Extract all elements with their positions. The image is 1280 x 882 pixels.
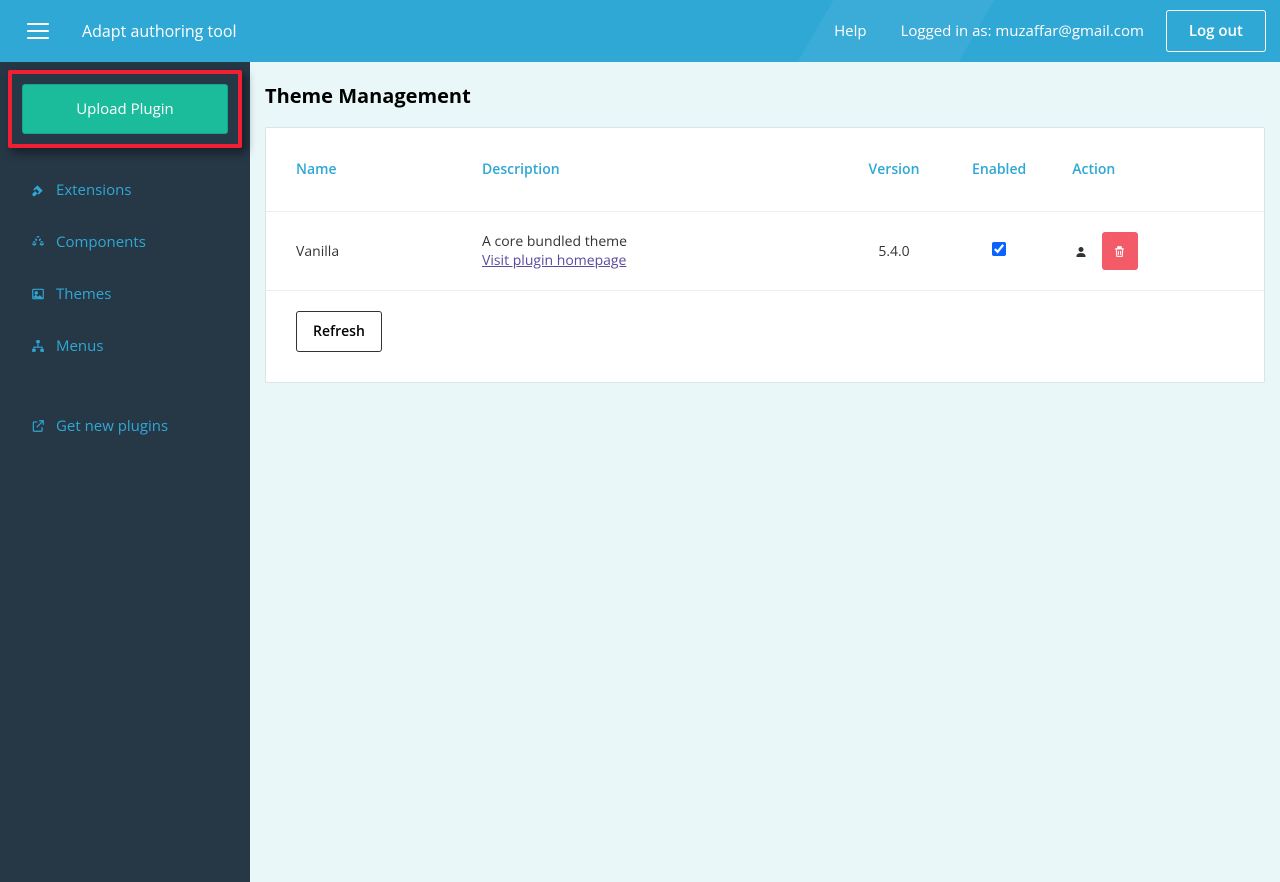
enabled-checkbox[interactable] (992, 242, 1006, 256)
logged-in-text: Logged in as: muzaffar@gmail.com (901, 21, 1144, 41)
plug-icon (30, 182, 46, 198)
menu-toggle[interactable] (14, 7, 62, 55)
theme-table-panel: Name Description Version Enabled Action … (265, 127, 1265, 383)
sitemap-icon (30, 338, 46, 354)
sidebar-item-menus[interactable]: Menus (0, 320, 250, 372)
page-title: Theme Management (265, 82, 1265, 109)
cell-name: Vanilla (266, 212, 452, 291)
sidebar-item-extensions[interactable]: Extensions (0, 164, 250, 216)
external-link-icon (30, 418, 46, 434)
sidebar-nav: Extensions Components Themes Menus (0, 156, 250, 452)
sidebar-item-label: Menus (56, 336, 103, 356)
sidebar-item-label: Get new plugins (56, 416, 168, 436)
theme-table: Name Description Version Enabled Action … (266, 128, 1264, 291)
cubes-icon (30, 234, 46, 250)
cell-action (1042, 212, 1264, 291)
sidebar-item-label: Themes (56, 284, 111, 304)
col-header-description: Description (452, 128, 832, 212)
hamburger-icon (27, 23, 49, 39)
upload-plugin-button[interactable]: Upload Plugin (22, 84, 228, 134)
sidebar-item-components[interactable]: Components (0, 216, 250, 268)
col-header-version: Version (832, 128, 942, 212)
user-email: muzaffar@gmail.com (995, 21, 1143, 41)
sidebar: Upload Plugin Extensions Components Them… (0, 62, 250, 882)
logout-button[interactable]: Log out (1166, 10, 1266, 52)
cell-version: 5.4.0 (832, 212, 942, 291)
theme-description-text: A core bundled theme (482, 232, 816, 251)
cell-description: A core bundled theme Visit plugin homepa… (452, 212, 832, 291)
refresh-button[interactable]: Refresh (296, 311, 382, 352)
table-row: Vanilla A core bundled theme Visit plugi… (266, 212, 1264, 291)
sidebar-item-themes[interactable]: Themes (0, 268, 250, 320)
col-header-action: Action (1042, 128, 1264, 212)
table-header-row: Name Description Version Enabled Action (266, 128, 1264, 212)
table-footer: Refresh (266, 291, 1264, 382)
trash-icon (1113, 244, 1126, 259)
user-icon (1075, 245, 1087, 259)
user-action-button[interactable] (1072, 237, 1090, 267)
image-icon (30, 286, 46, 302)
app-title: Adapt authoring tool (82, 20, 237, 42)
upload-plugin-highlight: Upload Plugin (8, 70, 242, 148)
nav-separator (0, 372, 250, 400)
app-header: Adapt authoring tool Help Logged in as: … (0, 0, 1280, 62)
sidebar-item-label: Extensions (56, 180, 131, 200)
col-header-enabled: Enabled (942, 128, 1042, 212)
main-content: Theme Management Name Description Versio… (250, 62, 1280, 882)
help-link[interactable]: Help (834, 21, 866, 41)
sidebar-item-get-new-plugins[interactable]: Get new plugins (0, 400, 250, 452)
logged-in-prefix: Logged in as: (901, 21, 996, 41)
visit-plugin-homepage-link[interactable]: Visit plugin homepage (482, 251, 626, 270)
cell-enabled (942, 212, 1042, 291)
col-header-name: Name (266, 128, 452, 212)
sidebar-item-label: Components (56, 232, 146, 252)
delete-action-button[interactable] (1102, 232, 1138, 270)
